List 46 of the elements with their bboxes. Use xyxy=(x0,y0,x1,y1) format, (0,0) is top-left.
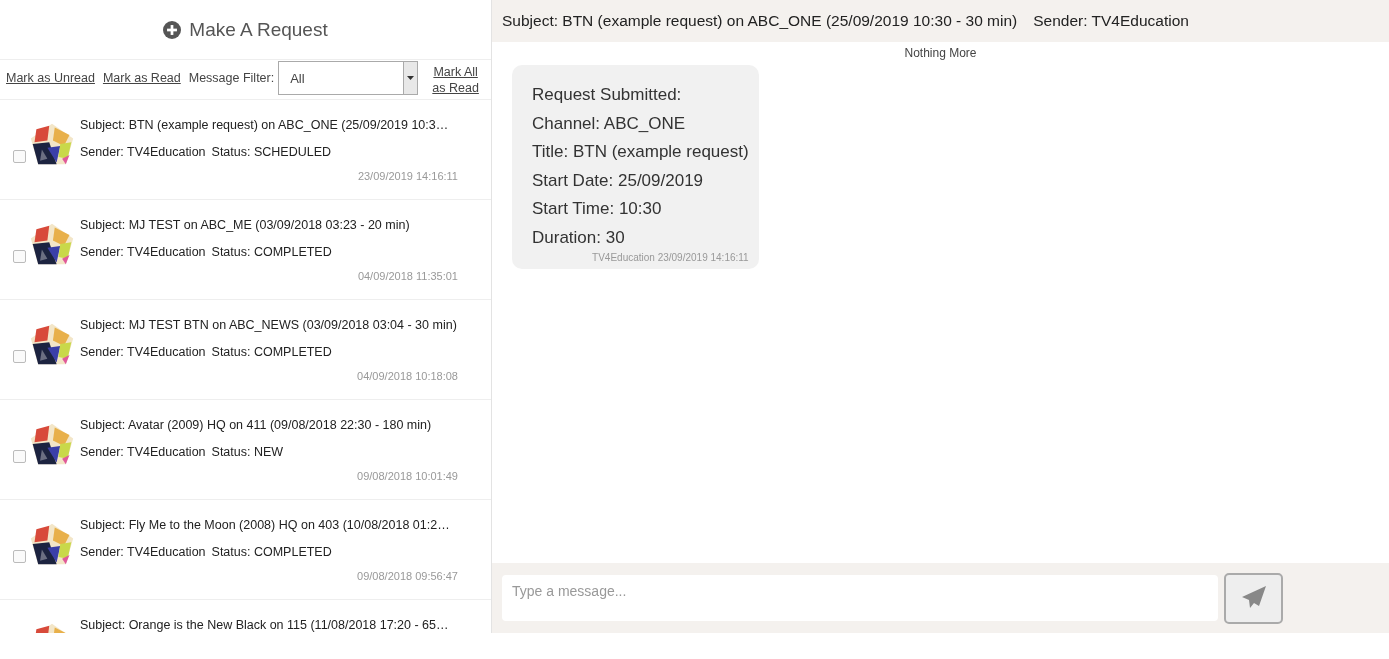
message-time: 23/09/2019 14:16:11 xyxy=(357,170,458,182)
send-button[interactable] xyxy=(1224,572,1283,624)
message-subject[interactable]: Subject: BTN (example request) on ABC_ONE (25/09/2019 10:3… xyxy=(80,117,458,133)
message-filter-dropdown[interactable]: All xyxy=(278,61,419,95)
message-subject[interactable]: Subject: MJ TEST BTN on ABC_NEWS (03/09/2018 03:04 - 30 min) xyxy=(80,317,458,333)
message-input[interactable]: Type a message... xyxy=(502,575,1218,621)
conversation-sender: Sender: TV4Education xyxy=(1033,12,1189,30)
message-status: Status: NEW xyxy=(211,445,284,459)
message-status: Status: COMPLETED xyxy=(211,345,332,359)
message-time: 04/09/2018 11:35:01 xyxy=(357,270,458,282)
mark-unread-link[interactable]: Mark as Unread xyxy=(6,71,95,85)
message-sender: Sender: TV4Education xyxy=(80,145,206,159)
checkbox[interactable] xyxy=(13,450,26,463)
plus-circle-icon xyxy=(163,20,182,39)
message-time: 04/09/2018 10:18:08 xyxy=(357,370,458,382)
message-time: 09/08/2018 10:01:49 xyxy=(357,470,458,482)
message-line: Title: BTN (example request) xyxy=(532,141,749,163)
message-sender: Sender: TV4Education xyxy=(80,345,206,359)
nothing-more-label: Nothing More xyxy=(904,46,977,60)
make-request-button[interactable]: Make A Request xyxy=(159,14,332,45)
checkbox[interactable] xyxy=(13,250,26,263)
checkbox[interactable] xyxy=(13,150,26,163)
message-line: Duration: 30 xyxy=(532,226,626,249)
checkbox[interactable] xyxy=(13,350,26,363)
message-sender: Sender: TV4Education xyxy=(80,545,206,559)
filter-label: Message Filter: xyxy=(188,71,275,85)
message-line: Start Time: 10:30 xyxy=(532,198,663,220)
conversation-subject: Subject: BTN (example request) on ABC_ONE (25/09/2019 10:30 - 30 min) xyxy=(502,12,1018,30)
message-status: Status: SCHEDULED xyxy=(211,145,332,159)
caret-icon xyxy=(407,76,415,80)
mark-read-link[interactable]: Mark as Read xyxy=(102,71,181,85)
message-subject[interactable]: Subject: Orange is the New Black on 115 (11/08/2018 17:20 - 65… xyxy=(80,617,458,633)
message-line: Request Submitted: xyxy=(532,84,683,106)
message-time: 09/08/2018 09:56:47 xyxy=(357,570,458,582)
message-subject[interactable]: Subject: MJ TEST on ABC_ME (03/09/2018 03:23 - 20 min) xyxy=(80,217,458,233)
message-sender: Sender: TV4Education xyxy=(80,445,206,459)
message-line: Start Date: 25/09/2019 xyxy=(532,169,705,192)
message-subject[interactable]: Subject: Fly Me to the Moon (2008) HQ on 403 (10/08/2018 01:2… xyxy=(80,517,458,533)
mark-all-read-link[interactable]: Mark All as Read xyxy=(426,64,485,96)
message-status: Status: COMPLETED xyxy=(211,545,332,559)
message-line: Channel: ABC_ONE xyxy=(532,112,687,135)
checkbox[interactable] xyxy=(13,550,26,563)
message-footer: TV4Education 23/09/2019 14:16:11 xyxy=(532,252,749,263)
message-status: Status: COMPLETED xyxy=(211,245,332,259)
message-subject[interactable]: Subject: Avatar (2009) HQ on 411 (09/08/2018 22:30 - 180 min) xyxy=(80,417,458,433)
message-sender: Sender: TV4Education xyxy=(80,245,206,259)
